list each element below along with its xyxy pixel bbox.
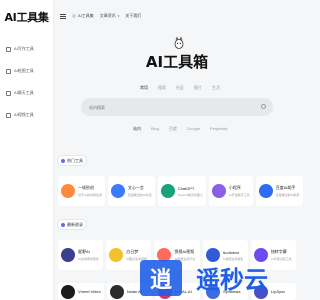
sidebar-item-chat[interactable]: AI聊天工具 bbox=[0, 82, 53, 104]
sidebar-item-video[interactable]: AI视频工具 bbox=[0, 104, 53, 126]
tool-name: Vmeet Video bbox=[78, 289, 101, 294]
tool-card[interactable]: 一帧秒创基于AI的内容生成 bbox=[58, 176, 105, 206]
tool-desc: AI虚拟角色陪伴 bbox=[78, 257, 99, 261]
tool-card[interactable]: 百度AI助手 百度推出的AI助手 bbox=[255, 176, 303, 206]
tool-name: ChatGPT bbox=[177, 185, 195, 191]
top-link-about[interactable]: 关于我们 bbox=[125, 13, 141, 19]
tool-card[interactable]: Vmeet Video bbox=[58, 283, 104, 300]
logo[interactable]: AI工具集 bbox=[0, 0, 53, 34]
menu-icon[interactable] bbox=[60, 13, 66, 19]
tool-row-hot: 一帧秒创基于AI的内容生成 文心一言百度推出的AI对话 ChatGPT OpenA… bbox=[58, 176, 303, 206]
tool-name: 一帧秒创 bbox=[78, 185, 94, 190]
pen-icon bbox=[6, 46, 11, 52]
tool-logo-icon bbox=[211, 184, 226, 198]
video-icon bbox=[6, 112, 11, 118]
sidebar-item-label: AI写作工具 bbox=[14, 46, 34, 51]
engine-baidu[interactable]: 百度 bbox=[169, 126, 177, 132]
tool-logo-icon bbox=[61, 184, 75, 198]
tool-name: 小程序 bbox=[228, 185, 241, 190]
top-link-label: 关于我们 bbox=[125, 13, 142, 18]
tool-logo-icon bbox=[61, 248, 75, 262]
tab-images[interactable]: 图片 bbox=[194, 85, 202, 91]
tool-name: 白日梦 bbox=[126, 249, 139, 254]
tab-community[interactable]: 社区 bbox=[176, 85, 184, 91]
sidebar-item-label: AI绘图工具 bbox=[14, 68, 34, 73]
engine-bing[interactable]: Bing bbox=[151, 126, 159, 132]
search-input[interactable] bbox=[89, 104, 259, 110]
home-icon bbox=[72, 14, 76, 18]
tool-card[interactable]: ChatGPT OpenAI聊天机器人 bbox=[157, 176, 206, 206]
tool-logo-icon bbox=[61, 284, 75, 299]
top-link-label: AI工具集 bbox=[78, 13, 94, 18]
sidebar-item-label: AI聊天工具 bbox=[14, 90, 34, 95]
tool-name: Audiobox bbox=[222, 249, 240, 255]
sidebar-item-drawing[interactable]: AI绘图工具 bbox=[0, 60, 53, 82]
tab-life[interactable]: 生活 bbox=[212, 85, 220, 91]
tool-desc: 基于AI的内容生成 bbox=[78, 193, 102, 197]
search-engines: 站内 Bing 百度 Google Perplexity bbox=[133, 126, 227, 132]
mascot-icon bbox=[174, 36, 184, 49]
section-title-hot: 热门工具 bbox=[58, 156, 86, 165]
section-title-new: 最新收录 bbox=[58, 220, 86, 229]
tool-card[interactable]: 星野AI AI虚拟角色陪伴 bbox=[58, 240, 104, 270]
tool-logo-icon bbox=[110, 184, 125, 198]
tool-desc: AI开发助手工具 bbox=[228, 193, 250, 197]
tool-desc: OpenAI聊天机器人 bbox=[177, 192, 203, 197]
fire-icon bbox=[61, 158, 65, 163]
tool-name: 悦视AI视频 bbox=[174, 249, 195, 254]
section-title-text: 热门工具 bbox=[67, 157, 83, 163]
tool-card[interactable]: 小程序 AI开发助手工具 bbox=[208, 176, 253, 206]
tool-logo-icon bbox=[160, 184, 175, 198]
tool-name: 星野AI bbox=[78, 249, 90, 254]
tool-name: 文心一言 bbox=[127, 185, 144, 190]
search-icon[interactable] bbox=[261, 104, 266, 109]
tool-desc: 百度推出的AI对话 bbox=[127, 193, 152, 197]
tool-logo-icon bbox=[109, 284, 124, 299]
engine-google[interactable]: Google bbox=[187, 126, 200, 132]
logo-text: AI工具集 bbox=[4, 11, 49, 24]
page-title: AI工具箱 bbox=[145, 53, 209, 71]
tool-desc: 百度推出的AI助手 bbox=[275, 193, 300, 197]
topbar: AI工具集 文章资讯 ▾ 关于我们 bbox=[54, 0, 300, 32]
engine-perplexity[interactable]: Perplexity bbox=[210, 126, 228, 132]
star-icon bbox=[61, 222, 65, 227]
image-icon bbox=[6, 68, 11, 74]
chevron-down-icon: ▾ bbox=[117, 14, 120, 18]
tool-logo-icon bbox=[109, 248, 124, 262]
tab-search[interactable]: 搜索 bbox=[158, 85, 166, 91]
tool-logo-icon bbox=[258, 184, 273, 198]
tab-common[interactable]: 常用 bbox=[140, 85, 148, 91]
search-tabs: 常用 搜索 社区 图片 生活 bbox=[140, 85, 220, 91]
watermark-rest: 遥秒云 bbox=[196, 266, 268, 294]
sidebar: AI工具集 AI写作工具 AI绘图工具 AI聊天工具 AI视频工具 bbox=[0, 0, 54, 300]
hero: AI工具箱 常用 搜索 社区 图片 生活 站内 Bing 百度 Google P… bbox=[54, 32, 300, 140]
tool-name: 百度AI助手 bbox=[275, 185, 296, 190]
top-link-articles[interactable]: 文章资讯 ▾ bbox=[100, 13, 120, 19]
chat-icon bbox=[6, 90, 11, 96]
section-title-text: 最新收录 bbox=[67, 221, 83, 227]
tool-name: 快转字幕 bbox=[270, 249, 287, 254]
watermark-char-1: 逍 bbox=[150, 268, 172, 293]
top-link-label: 文章资讯 bbox=[99, 13, 116, 18]
tool-card[interactable]: 文心一言百度推出的AI对话 bbox=[107, 176, 155, 206]
sidebar-item-label: AI视频工具 bbox=[14, 112, 34, 117]
top-link-tools[interactable]: AI工具集 bbox=[72, 13, 94, 19]
search-bar[interactable] bbox=[81, 98, 273, 116]
engine-site[interactable]: 站内 bbox=[133, 126, 141, 132]
watermark-logo: 逍 遥秒云 bbox=[140, 260, 268, 296]
sidebar-item-writing[interactable]: AI写作工具 bbox=[0, 38, 53, 60]
